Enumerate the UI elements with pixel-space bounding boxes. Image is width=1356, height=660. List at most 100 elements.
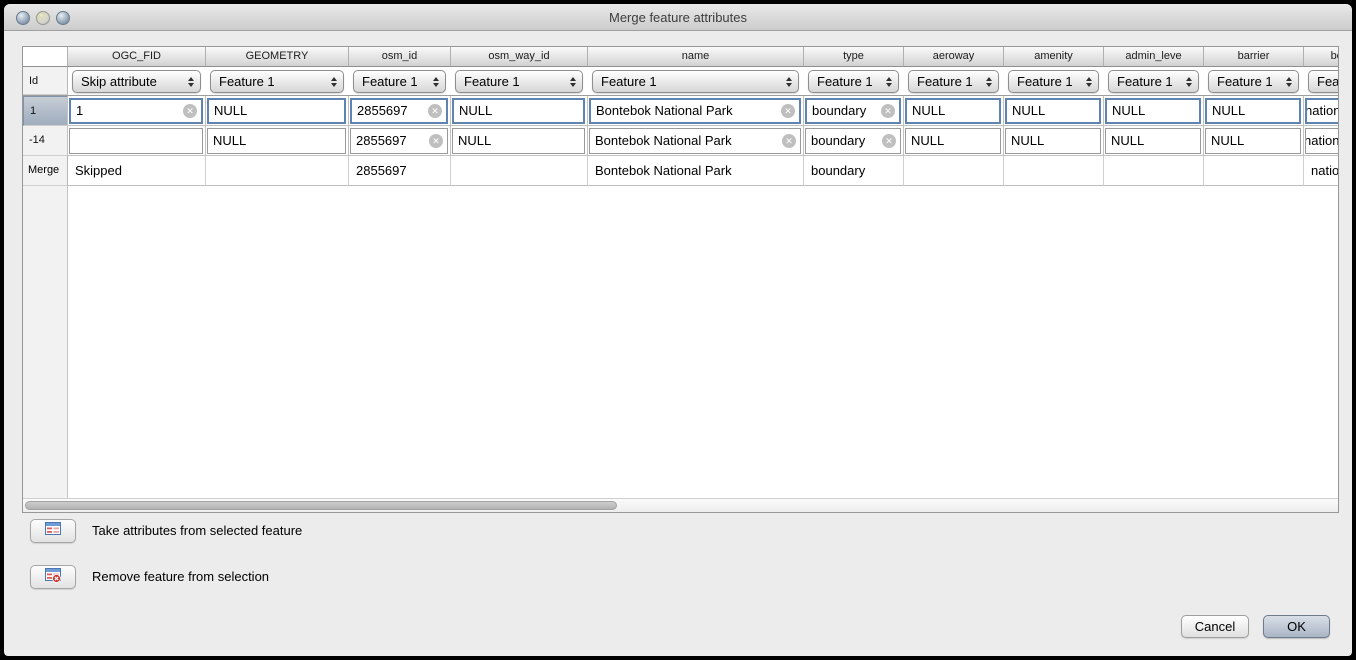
merge-result-cell: [451, 156, 588, 186]
field-text: NULL: [459, 103, 492, 118]
policy-combo-aeroway[interactable]: Feature 1: [908, 70, 999, 93]
field-text: NULL: [1011, 133, 1044, 148]
attribute-value-field[interactable]: Bontebok National Park ✕: [589, 128, 801, 154]
merge-result-cell: [1204, 156, 1304, 186]
policy-combo-amenity[interactable]: Feature 1: [1008, 70, 1099, 93]
remove-feature-button[interactable]: [30, 565, 76, 589]
combo-value: Feature 1: [1017, 74, 1073, 89]
field-text: 2855697: [357, 103, 408, 118]
attribute-value-field[interactable]: [69, 128, 203, 154]
attribute-value-field[interactable]: NULL: [207, 128, 346, 154]
attribute-value-field[interactable]: NULL: [905, 98, 1001, 124]
combo-value: Feature 1: [1217, 74, 1273, 89]
clear-icon[interactable]: ✕: [429, 134, 443, 148]
attribute-value-field[interactable]: NULL: [452, 128, 585, 154]
take-attributes-button[interactable]: [30, 519, 76, 543]
attribute-value-field[interactable]: 2855697 ✕: [350, 128, 448, 154]
field-text: NULL: [911, 133, 944, 148]
attribute-value-field[interactable]: boundary ✕: [805, 128, 901, 154]
merge-result-cell: national_park: [1304, 156, 1338, 186]
row-header-merge[interactable]: Merge: [23, 156, 68, 186]
field-text: NULL: [214, 103, 247, 118]
row-header-id: Id: [23, 67, 68, 95]
attribute-value-field[interactable]: national_park: [1305, 128, 1338, 154]
field-text: Bontebok National Park: [596, 103, 733, 118]
column-header-row: OGC_FID GEOMETRY osm_id osm_way_id name …: [23, 47, 1338, 67]
attribute-value-field[interactable]: national_park: [1305, 98, 1338, 124]
combo-value: Feature 1: [601, 74, 657, 89]
field-text: boundary: [812, 103, 866, 118]
clear-icon[interactable]: ✕: [781, 104, 795, 118]
attribute-value-field[interactable]: NULL: [1105, 128, 1201, 154]
row-header-feature-1[interactable]: 1: [23, 96, 68, 126]
combo-value: Feature 1: [219, 74, 275, 89]
feature-row-14: -14 NULL 2855697 ✕ NULL Bontebok National…: [23, 126, 1338, 156]
combo-arrows-icon: [331, 77, 337, 87]
combo-arrows-icon: [570, 77, 576, 87]
clear-icon[interactable]: ✕: [882, 134, 896, 148]
attribute-value-field[interactable]: NULL: [1105, 98, 1201, 124]
combo-value: Feature 1: [1317, 74, 1338, 89]
policy-combo-type[interactable]: Feature 1: [808, 70, 899, 93]
column-header-osm-way-id: osm_way_id: [451, 47, 588, 67]
attribute-value-field[interactable]: NULL: [905, 128, 1001, 154]
zoom-button[interactable]: [56, 11, 70, 25]
column-header-geometry: GEOMETRY: [206, 47, 349, 67]
policy-combo-boundary[interactable]: Feature 1: [1308, 70, 1338, 93]
column-header-amenity: amenity: [1004, 47, 1104, 67]
attribute-value-field[interactable]: boundary ✕: [805, 98, 901, 124]
attribute-value-field[interactable]: NULL: [1005, 128, 1101, 154]
attribute-value-field[interactable]: 1✕: [69, 98, 203, 124]
horizontal-scrollbar[interactable]: [23, 498, 1338, 512]
combo-value: Feature 1: [917, 74, 973, 89]
field-text: 1: [76, 103, 83, 118]
policy-combo-osm-id[interactable]: Feature 1: [353, 70, 446, 93]
titlebar[interactable]: Merge feature attributes: [4, 4, 1352, 31]
close-button[interactable]: [16, 11, 30, 25]
column-header-name: name: [588, 47, 804, 67]
clear-icon[interactable]: ✕: [183, 104, 197, 118]
column-header-admin-leve: admin_leve: [1104, 47, 1204, 67]
row-header-feature-14[interactable]: -14: [23, 126, 68, 156]
scrollbar-thumb[interactable]: [25, 501, 617, 510]
attribute-value-field[interactable]: NULL: [1005, 98, 1101, 124]
field-text: NULL: [1211, 133, 1244, 148]
attribute-value-field[interactable]: Bontebok National Park ✕: [589, 98, 801, 124]
combo-value: Skip attribute: [81, 74, 157, 89]
policy-combo-geometry[interactable]: Feature 1: [210, 70, 344, 93]
remove-feature-label: Remove feature from selection: [92, 565, 269, 589]
policy-combo-barrier[interactable]: Feature 1: [1208, 70, 1299, 93]
cancel-button[interactable]: Cancel: [1181, 615, 1249, 638]
policy-combo-name[interactable]: Feature 1: [592, 70, 799, 93]
take-attributes-icon: [44, 521, 62, 542]
column-header-aeroway: aeroway: [904, 47, 1004, 67]
policy-combo-ogc-fid[interactable]: Skip attribute: [72, 70, 201, 93]
merge-result-cell: boundary: [804, 156, 904, 186]
attribute-value-field[interactable]: NULL: [207, 98, 346, 124]
combo-value: Feature 1: [362, 74, 418, 89]
take-attributes-label: Take attributes from selected feature: [92, 519, 302, 543]
field-text: NULL: [458, 133, 491, 148]
attribute-value-field[interactable]: NULL: [1205, 98, 1301, 124]
remove-feature-icon: [44, 567, 62, 588]
combo-arrows-icon: [786, 77, 792, 87]
attribute-value-field[interactable]: NULL: [452, 98, 585, 124]
field-text: Bontebok National Park: [595, 133, 732, 148]
field-text: 2855697: [356, 133, 407, 148]
clear-icon[interactable]: ✕: [428, 104, 442, 118]
merge-policy-row: Id Skip attribute Feature 1 Feature 1 Fe…: [23, 67, 1338, 96]
ok-button[interactable]: OK: [1263, 615, 1330, 638]
policy-combo-osm-way-id[interactable]: Feature 1: [455, 70, 583, 93]
clear-icon[interactable]: ✕: [881, 104, 895, 118]
attribute-value-field[interactable]: NULL: [1205, 128, 1301, 154]
attribute-value-field[interactable]: 2855697 ✕: [350, 98, 448, 124]
clear-icon[interactable]: ✕: [782, 134, 796, 148]
table-corner: [23, 47, 68, 67]
policy-combo-admin-leve[interactable]: Feature 1: [1108, 70, 1199, 93]
combo-arrows-icon: [1186, 77, 1192, 87]
combo-arrows-icon: [433, 77, 439, 87]
field-text: boundary: [811, 133, 865, 148]
field-text: national_park: [1305, 100, 1338, 122]
merge-result-cell: 2855697: [349, 156, 451, 186]
minimize-button[interactable]: [36, 11, 50, 25]
